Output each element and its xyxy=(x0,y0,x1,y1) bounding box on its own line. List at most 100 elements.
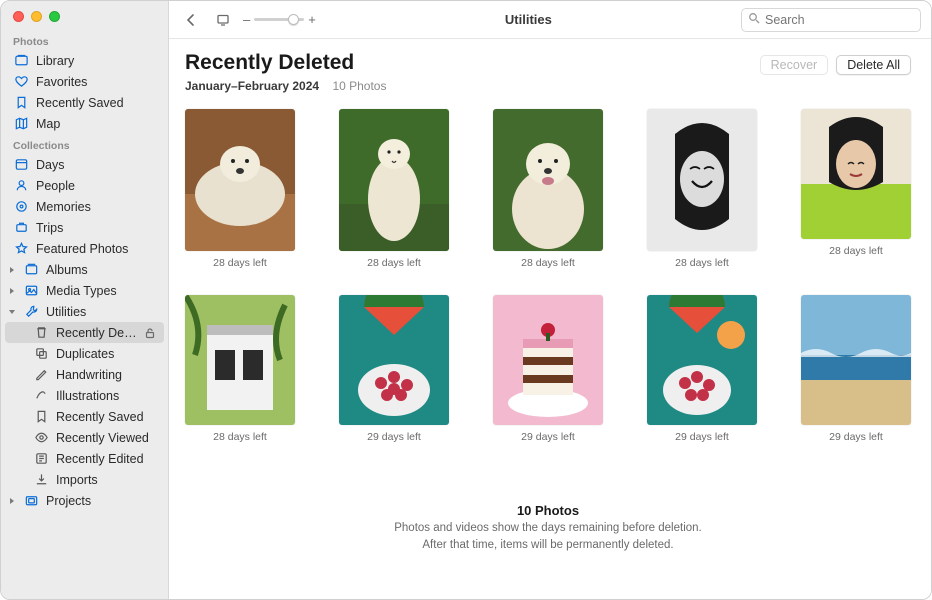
footer-body: Photos and videos show the days remainin… xyxy=(185,520,911,553)
recover-button[interactable]: Recover xyxy=(760,55,829,75)
sidebar-section-collections: Collections xyxy=(1,134,168,154)
app-window: Photos Library Favorites Recently Saved … xyxy=(0,0,932,600)
photo-thumbnail xyxy=(801,109,911,239)
sidebar-item-label: Imports xyxy=(56,473,160,487)
sidebar-item-label: Recently Delet… xyxy=(56,326,137,340)
content: Recently Deleted January–February 2024 1… xyxy=(169,39,931,599)
days-left-label: 29 days left xyxy=(675,431,729,443)
sidebar-item-label: Recently Saved xyxy=(36,96,160,110)
photo-thumbnail xyxy=(339,109,449,251)
eye-icon xyxy=(33,430,49,446)
edited-icon xyxy=(33,451,49,467)
sidebar-item-label: Recently Edited xyxy=(56,452,160,466)
photo-item[interactable]: 29 days left xyxy=(647,295,757,443)
main-panel: – + Utilities Recently Deleted January–F… xyxy=(169,1,931,599)
sidebar-item-people[interactable]: People xyxy=(1,175,168,196)
zoom-track[interactable] xyxy=(254,18,304,21)
sidebar-item-illustrations[interactable]: Illustrations xyxy=(1,385,168,406)
sidebar-item-imports[interactable]: Imports xyxy=(1,469,168,490)
search-icon xyxy=(748,11,760,29)
date-range: January–February 2024 xyxy=(185,79,319,93)
photo-item[interactable]: 28 days left xyxy=(185,295,295,443)
star-icon xyxy=(13,241,29,257)
photo-thumbnail xyxy=(801,295,911,425)
sidebar-item-media-types[interactable]: Media Types xyxy=(1,280,168,301)
sidebar-item-label: Handwriting xyxy=(56,368,160,382)
calendar-icon xyxy=(13,157,29,173)
chevron-right-icon[interactable] xyxy=(7,286,17,296)
sidebar-item-recently-deleted[interactable]: Recently Delet… xyxy=(5,322,164,343)
photo-thumbnail xyxy=(647,295,757,425)
days-left-label: 29 days left xyxy=(829,431,883,443)
days-left-label: 28 days left xyxy=(521,257,575,269)
photo-item[interactable]: 29 days left xyxy=(493,295,603,443)
bookmark-icon xyxy=(33,409,49,425)
zoom-thumb[interactable] xyxy=(288,14,299,25)
photo-item[interactable]: 29 days left xyxy=(801,295,911,443)
heart-icon xyxy=(13,74,29,90)
sidebar-item-recently-viewed[interactable]: Recently Viewed xyxy=(1,427,168,448)
sidebar: Photos Library Favorites Recently Saved … xyxy=(1,1,169,599)
sidebar-item-label: Featured Photos xyxy=(36,242,160,256)
chevron-right-icon[interactable] xyxy=(7,496,17,506)
chevron-right-icon[interactable] xyxy=(7,265,17,275)
duplicates-icon xyxy=(33,346,49,362)
sidebar-item-label: People xyxy=(36,179,160,193)
map-icon xyxy=(13,116,29,132)
sidebar-item-utilities[interactable]: Utilities xyxy=(1,301,168,322)
page-title: Recently Deleted xyxy=(185,51,386,75)
photo-grid: 28 days left 28 days left 28 days left 2… xyxy=(185,109,911,443)
days-left-label: 28 days left xyxy=(829,245,883,257)
back-button[interactable] xyxy=(179,8,203,32)
zoom-slider[interactable]: – + xyxy=(243,12,316,27)
sidebar-item-trips[interactable]: Trips xyxy=(1,217,168,238)
photo-item[interactable]: 28 days left xyxy=(801,109,911,269)
fullscreen-window-button[interactable] xyxy=(49,11,60,22)
chevron-down-icon[interactable] xyxy=(7,307,17,317)
sidebar-item-featured-photos[interactable]: Featured Photos xyxy=(1,238,168,259)
bookmark-icon xyxy=(13,95,29,111)
search-input[interactable] xyxy=(765,13,914,27)
sidebar-item-recently-saved[interactable]: Recently Saved xyxy=(1,92,168,113)
header-actions: Recover Delete All xyxy=(760,55,911,75)
minimize-window-button[interactable] xyxy=(31,11,42,22)
photo-item[interactable]: 28 days left xyxy=(339,109,449,269)
lock-icon xyxy=(144,327,156,339)
sidebar-item-recently-edited[interactable]: Recently Edited xyxy=(1,448,168,469)
days-left-label: 28 days left xyxy=(213,257,267,269)
trash-icon xyxy=(33,325,49,341)
zoom-plus[interactable]: + xyxy=(308,12,316,27)
sidebar-item-days[interactable]: Days xyxy=(1,154,168,175)
sidebar-item-memories[interactable]: Memories xyxy=(1,196,168,217)
photo-item[interactable]: 28 days left xyxy=(493,109,603,269)
memories-icon xyxy=(13,199,29,215)
sidebar-item-recently-saved-util[interactable]: Recently Saved xyxy=(1,406,168,427)
photo-item[interactable]: 28 days left xyxy=(185,109,295,269)
photo-item[interactable]: 28 days left xyxy=(647,109,757,269)
sidebar-item-map[interactable]: Map xyxy=(1,113,168,134)
sidebar-item-label: Duplicates xyxy=(56,347,160,361)
photo-item[interactable]: 29 days left xyxy=(339,295,449,443)
photo-thumbnail xyxy=(339,295,449,425)
sidebar-item-library[interactable]: Library xyxy=(1,50,168,71)
imports-icon xyxy=(33,472,49,488)
photo-count: 10 Photos xyxy=(332,79,386,93)
footer-note: 10 Photos Photos and videos show the day… xyxy=(185,503,911,553)
close-window-button[interactable] xyxy=(13,11,24,22)
photo-thumbnail xyxy=(493,295,603,425)
library-icon xyxy=(13,53,29,69)
sidebar-item-albums[interactable]: Albums xyxy=(1,259,168,280)
sidebar-item-projects[interactable]: Projects xyxy=(1,490,168,511)
delete-all-button[interactable]: Delete All xyxy=(836,55,911,75)
sidebar-item-label: Recently Viewed xyxy=(56,431,160,445)
days-left-label: 28 days left xyxy=(367,257,421,269)
days-left-label: 29 days left xyxy=(367,431,421,443)
zoom-minus[interactable]: – xyxy=(243,12,250,27)
aspect-button[interactable] xyxy=(211,8,235,32)
sidebar-item-handwriting[interactable]: Handwriting xyxy=(1,364,168,385)
sidebar-item-label: Projects xyxy=(46,494,160,508)
page-meta: January–February 2024 10 Photos xyxy=(185,79,386,93)
search-field[interactable] xyxy=(741,8,921,32)
sidebar-item-favorites[interactable]: Favorites xyxy=(1,71,168,92)
sidebar-item-duplicates[interactable]: Duplicates xyxy=(1,343,168,364)
